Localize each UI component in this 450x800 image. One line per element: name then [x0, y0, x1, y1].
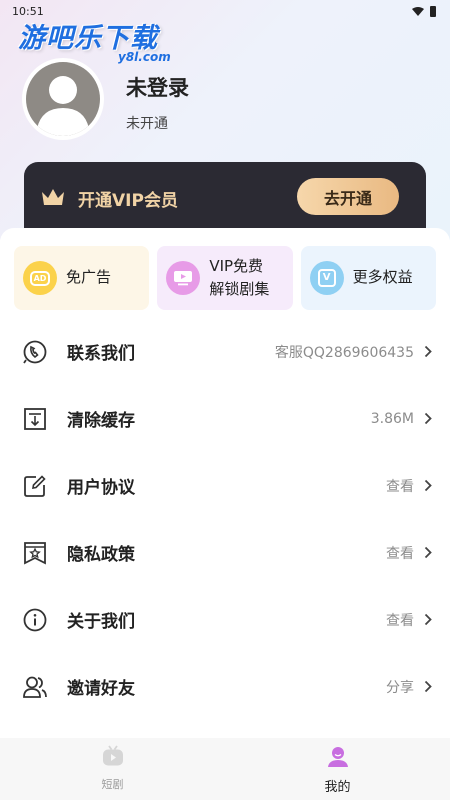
tv-tab-icon	[102, 745, 123, 766]
crown-icon	[42, 189, 64, 205]
invite-friends-icon	[22, 674, 48, 700]
tab-label: 短剧	[101, 778, 124, 791]
menu-label: 关于我们	[67, 612, 135, 632]
menu-value: 客服QQ2869606435	[274, 344, 414, 361]
feature-label-line2: 解锁剧集	[209, 280, 270, 298]
menu-label: 清除缓存	[67, 411, 135, 431]
tab-label: 我的	[324, 780, 351, 795]
menu-value: 查看	[386, 478, 414, 495]
default-avatar-icon	[36, 76, 90, 136]
vip-banner-label: 开通VIP会员	[78, 191, 178, 211]
tab-short-drama[interactable]: 短剧	[0, 738, 225, 800]
clear-cache-icon	[22, 406, 48, 432]
feature-cards: AD 免广告 VIP免费 解锁剧集 V 更多权益	[14, 246, 436, 310]
chevron-right-icon	[424, 479, 432, 492]
feature-label: 免广告	[66, 268, 112, 287]
status-icons	[412, 5, 436, 17]
status-bar: 10:51	[0, 0, 450, 22]
menu-label: 联系我们	[67, 344, 135, 364]
phone-support-icon	[22, 339, 48, 365]
menu-item-invite-friends[interactable]: 邀请好友 分享	[0, 653, 450, 720]
menu-label: 邀请好友	[67, 679, 135, 699]
v-badge-icon: V	[309, 261, 344, 295]
chevron-right-icon	[424, 613, 432, 626]
username[interactable]: 未登录	[126, 72, 189, 102]
wifi-icon	[412, 6, 424, 16]
menu-value: 分享	[386, 679, 414, 696]
chevron-right-icon	[424, 680, 432, 693]
menu-value: 3.86M	[370, 410, 414, 427]
feature-label: 更多权益	[352, 268, 413, 287]
membership-status: 未开通	[126, 116, 168, 132]
open-vip-button[interactable]: 去开通	[297, 178, 399, 215]
watermark-subtitle: y8l.com	[118, 50, 171, 64]
menu-item-clear-cache[interactable]: 清除缓存 3.86M	[0, 385, 450, 452]
menu-label: 隐私政策	[67, 545, 135, 565]
info-icon	[22, 607, 48, 633]
profile-tab-icon	[327, 747, 348, 767]
edit-document-icon	[22, 473, 48, 499]
privacy-star-icon	[22, 540, 48, 566]
battery-icon	[430, 5, 436, 17]
menu-item-user-agreement[interactable]: 用户协议 查看	[0, 452, 450, 519]
v-badge-text: V	[317, 269, 336, 287]
ad-icon-text: AD	[29, 270, 51, 286]
menu-label: 用户协议	[67, 478, 135, 498]
chevron-right-icon	[424, 546, 432, 559]
menu-value: 查看	[386, 545, 414, 562]
chevron-right-icon	[424, 412, 432, 425]
chevron-right-icon	[424, 345, 432, 358]
ad-icon: AD	[23, 261, 57, 295]
menu-item-about-us[interactable]: 关于我们 查看	[0, 586, 450, 653]
status-time: 10:51	[12, 4, 44, 18]
feature-label-line1: VIP免费	[209, 256, 264, 275]
feature-more-benefits[interactable]: V 更多权益	[300, 246, 436, 310]
bottom-tab-bar: 短剧 我的	[0, 738, 450, 800]
menu-item-contact[interactable]: 联系我们 客服QQ2869606435	[0, 318, 450, 385]
feature-label: VIP免费 解锁剧集	[209, 255, 269, 302]
menu-item-privacy-policy[interactable]: 隐私政策 查看	[0, 519, 450, 586]
feature-no-ads[interactable]: AD 免广告	[14, 246, 150, 310]
avatar[interactable]	[22, 58, 104, 140]
tab-mine[interactable]: 我的	[225, 738, 450, 800]
menu-value: 查看	[386, 612, 414, 629]
main-content: AD 免广告 VIP免费 解锁剧集 V 更多权益 联系我们 客服QQ286960…	[0, 228, 450, 740]
settings-menu: 联系我们 客服QQ2869606435 清除缓存 3.86M 用户协议 查看 隐…	[0, 318, 450, 720]
feature-vip-free[interactable]: VIP免费 解锁剧集	[157, 246, 293, 310]
tv-icon	[166, 261, 201, 295]
